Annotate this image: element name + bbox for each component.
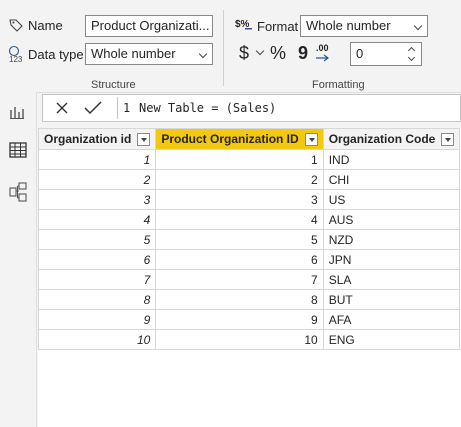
decimal-label: .00 (316, 43, 329, 53)
table-header-row: Organization id Product Organization ID … (37, 128, 461, 150)
cell-product-organization-id[interactable]: 6 (155, 249, 324, 270)
decimal-places-value: 0 (356, 46, 364, 61)
column-filter-button[interactable] (137, 133, 151, 147)
formatting-group-caption: Formatting (312, 79, 365, 91)
cell-organization-code[interactable]: JPN (322, 249, 461, 270)
formula-input[interactable]: New Table = (Sales) (139, 101, 276, 115)
cell-organization-code[interactable]: CHI (322, 169, 461, 190)
format-icon: $% (235, 16, 253, 37)
table-row[interactable]: 7 7 SLA (37, 269, 461, 290)
name-label: Name (28, 18, 63, 33)
structure-group-caption: Structure (91, 79, 136, 91)
svg-text:123: 123 (9, 55, 23, 63)
cell-product-organization-id[interactable]: 2 (155, 169, 324, 190)
cell-organization-id[interactable]: 10 (37, 329, 157, 350)
data-type-dropdown[interactable]: Whole number (85, 43, 213, 65)
cell-product-organization-id[interactable]: 3 (155, 189, 324, 210)
table-row[interactable]: 5 5 NZD (37, 229, 461, 250)
cancel-formula-icon[interactable] (55, 101, 69, 118)
column-header-label: Organization Code (328, 131, 436, 146)
ribbon-separator (223, 10, 224, 86)
table-row[interactable]: 8 8 BUT (37, 289, 461, 310)
decimal-button[interactable]: .00 (314, 43, 334, 63)
table-row[interactable]: 2 2 CHI (37, 169, 461, 190)
cell-organization-id[interactable]: 8 (37, 289, 157, 310)
column-header-organization-id[interactable]: Organization id (37, 128, 157, 150)
table-row[interactable]: 9 9 AFA (37, 309, 461, 330)
data-type-icon: 123 (8, 45, 26, 66)
tag-icon (9, 18, 23, 35)
report-view-icon[interactable] (9, 104, 25, 123)
column-header-label: Product Organization ID (161, 131, 299, 146)
commit-formula-icon[interactable] (83, 100, 103, 119)
cell-organization-id[interactable]: 6 (37, 249, 157, 270)
formula-divider (117, 97, 118, 119)
stepper-down-icon[interactable] (407, 53, 416, 62)
cell-product-organization-id[interactable]: 8 (155, 289, 324, 310)
cell-organization-id[interactable]: 7 (37, 269, 157, 290)
column-filter-button[interactable] (304, 133, 318, 147)
ribbon: Name Product Organizati... 123 Data type… (0, 0, 461, 93)
table-row[interactable]: 6 6 JPN (37, 249, 461, 270)
cell-product-organization-id[interactable]: 9 (155, 309, 324, 330)
currency-button[interactable]: $ (239, 42, 249, 64)
format-label: Format (257, 19, 299, 34)
formula-line-number: 1 (123, 101, 131, 115)
cell-organization-id[interactable]: 4 (37, 209, 157, 230)
table-row[interactable]: 3 3 US (37, 189, 461, 210)
cell-organization-id[interactable]: 3 (37, 189, 157, 210)
view-rail (0, 92, 37, 427)
cell-organization-code[interactable]: NZD (322, 229, 461, 250)
name-field[interactable]: Product Organizati... (85, 15, 213, 37)
column-filter-button[interactable] (441, 133, 455, 147)
cell-product-organization-id[interactable]: 10 (155, 329, 324, 350)
decimal-places-input[interactable]: 0 (350, 42, 422, 66)
cell-product-organization-id[interactable]: 7 (155, 269, 324, 290)
cell-organization-id[interactable]: 5 (37, 229, 157, 250)
comma-button[interactable]: 9 (298, 42, 308, 64)
cell-organization-id[interactable]: 2 (37, 169, 157, 190)
percent-button[interactable]: % (270, 42, 286, 64)
model-view-icon[interactable] (9, 182, 27, 205)
cell-organization-code[interactable]: SLA (322, 269, 461, 290)
cell-product-organization-id[interactable]: 1 (155, 149, 324, 170)
cell-organization-id[interactable]: 1 (37, 149, 157, 170)
data-type-label: Data type (28, 47, 84, 62)
cell-product-organization-id[interactable]: 4 (155, 209, 324, 230)
formula-bar: 1 New Table = (Sales) (42, 94, 461, 122)
cell-organization-code[interactable]: IND (322, 149, 461, 170)
column-header-product-organization-id[interactable]: Product Organization ID (155, 128, 324, 150)
data-table: Organization id Product Organization ID … (37, 128, 461, 350)
table-row[interactable]: 1 1 IND (37, 149, 461, 170)
cell-product-organization-id[interactable]: 5 (155, 229, 324, 250)
table-row[interactable]: 10 10 ENG (37, 329, 461, 350)
table-row[interactable]: 4 4 AUS (37, 209, 461, 230)
format-dropdown[interactable]: Whole number (300, 15, 428, 37)
table-view-icon[interactable] (9, 142, 27, 161)
column-header-organization-code[interactable]: Organization Code (322, 128, 461, 150)
cell-organization-code[interactable]: AUS (322, 209, 461, 230)
cell-organization-code[interactable]: AFA (322, 309, 461, 330)
chevron-down-icon[interactable] (255, 46, 265, 56)
cell-organization-id[interactable]: 9 (37, 309, 157, 330)
column-header-label: Organization id (44, 131, 132, 146)
cell-organization-code[interactable]: ENG (322, 329, 461, 350)
cell-organization-code[interactable]: US (322, 189, 461, 210)
cell-organization-code[interactable]: BUT (322, 289, 461, 310)
